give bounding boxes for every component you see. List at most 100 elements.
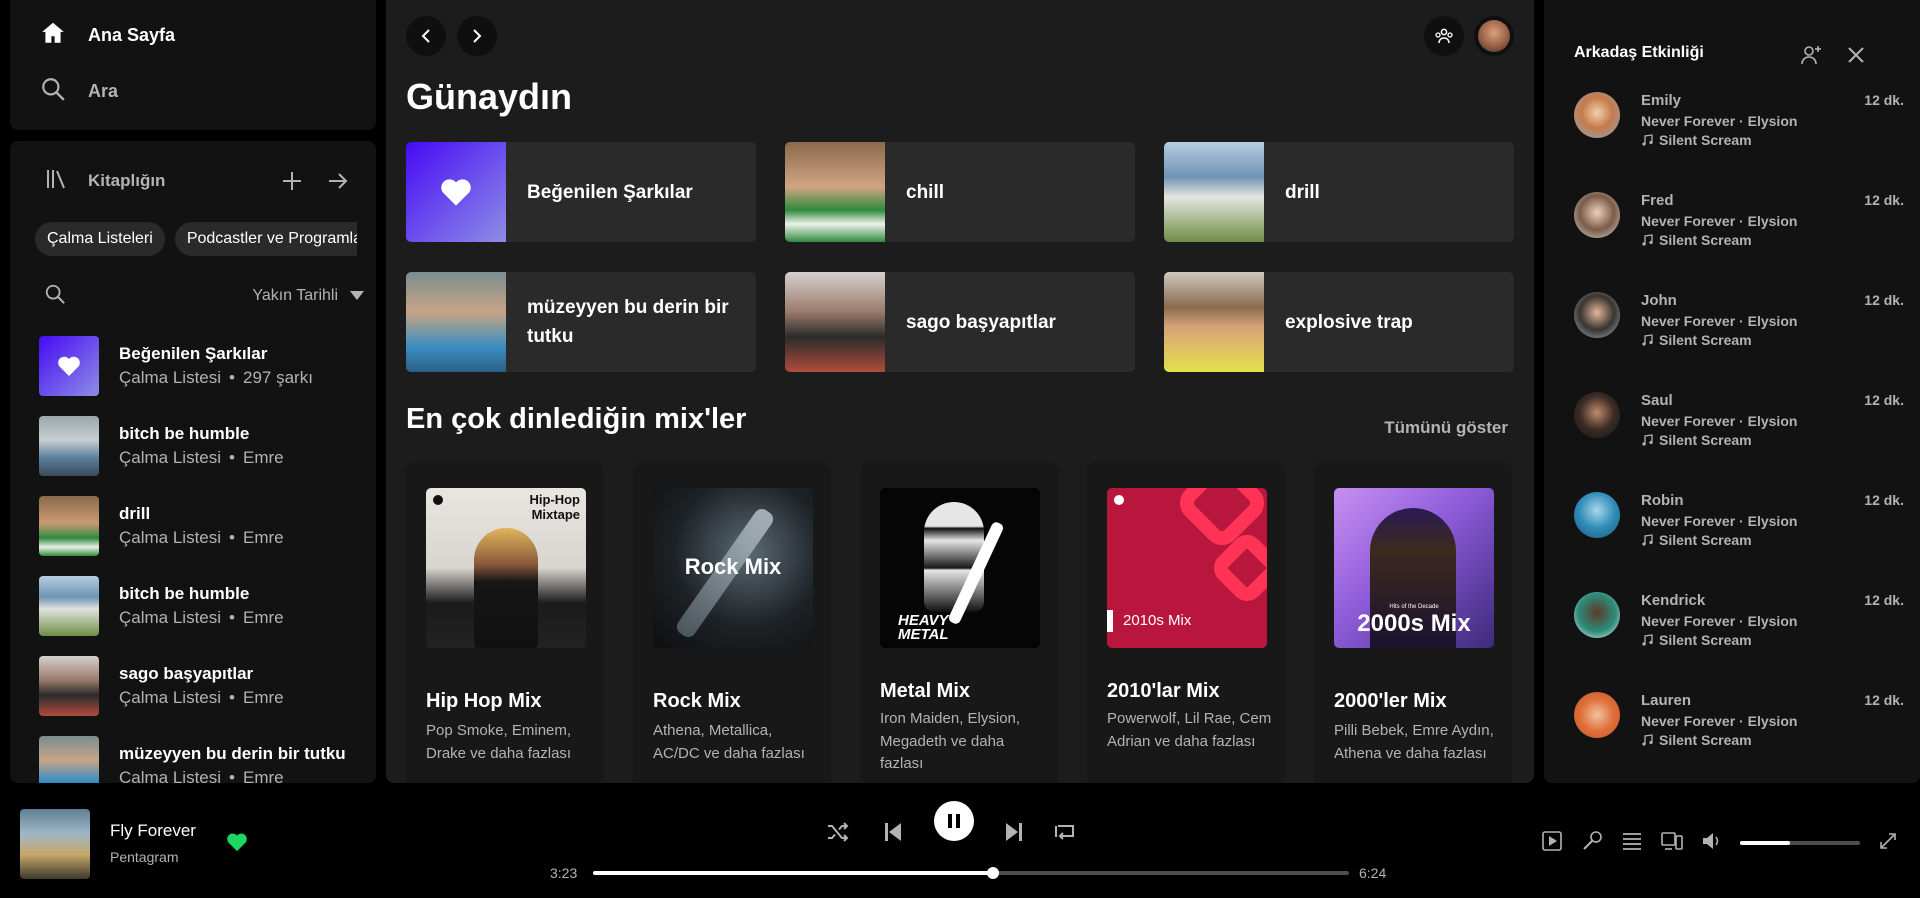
chevron-right-icon [473,29,482,43]
friend-track: Never Forever · Elysion [1641,413,1798,429]
friend-row[interactable]: Robin 12 dk. Never Forever · Elysion Sil… [1574,492,1904,572]
avatar [1574,592,1620,638]
quick-pick[interactable]: sago başyapıtlar [785,272,1135,372]
spotify-logo-icon [1114,495,1124,505]
add-user-icon [1801,46,1821,65]
friend-row[interactable]: Lauren 12 dk. Never Forever · Elysion Si… [1574,692,1904,772]
nav-panel: Ana Sayfa Ara [10,0,376,130]
quick-pick[interactable]: explosive trap [1164,272,1514,372]
lyrics-button[interactable] [1580,829,1604,853]
volume-slider[interactable] [1740,841,1860,845]
now-playing-title[interactable]: Fly Forever [110,821,196,841]
friend-source-label: Silent Scream [1659,232,1752,248]
friend-track-artist: Elysion [1747,713,1798,729]
mix-card[interactable]: Rock Mix Rock Mix Athena, Metallica, AC/… [633,462,831,783]
mix-cover: HEAVY METAL [880,488,1040,648]
profile-button[interactable] [1474,16,1514,56]
library-item[interactable]: bitch be humble Çalma Listesi • Emre [30,566,370,646]
mix-card[interactable]: Hip-Hop Mixtape Hip Hop Mix Pop Smoke, E… [406,462,604,783]
playlist-thumb [39,416,99,476]
playlist-cover [1164,142,1264,242]
expand-library-button[interactable] [322,165,354,197]
music-note-icon [1642,134,1653,146]
chip-podcasts[interactable]: Podcastler ve Programlar [174,222,357,256]
friend-time: 12 dk. [1864,292,1904,308]
mix-cover: Hits of the Decade 2000s Mix [1334,488,1494,648]
library-search-icon[interactable] [44,283,66,310]
now-playing-cover[interactable] [20,809,90,879]
liked-songs-cover [406,142,506,242]
people-icon [1435,28,1453,44]
friend-row[interactable]: Emily 12 dk. Never Forever · Elysion Sil… [1574,92,1904,172]
friend-row[interactable]: Kendrick 12 dk. Never Forever · Elysion … [1574,592,1904,672]
music-note-icon [1642,434,1653,446]
library-title: Kitaplığın [88,171,166,190]
quick-pick[interactable]: chill [785,142,1135,242]
back-button[interactable] [406,16,446,56]
mix-cover-text: Hip-Hop Mixtape [529,492,580,522]
quick-pick[interactable]: Beğenilen Şarkılar [406,142,756,242]
nav-search[interactable]: Ara [40,76,118,107]
mix-card[interactable]: Hits of the Decade 2000s Mix 2000'ler Mi… [1314,462,1512,783]
mute-button[interactable] [1700,829,1724,853]
friend-name: John [1641,292,1677,309]
library-item[interactable]: drill Çalma Listesi • Emre [30,486,370,566]
section-title: En çok dinlediğin mix'ler [406,403,747,435]
show-all-link[interactable]: Tümünü göster [1384,418,1508,438]
add-friend-button[interactable] [1798,42,1824,68]
mix-subtitle: Iron Maiden, Elysion, Megadeth ve daha f… [880,710,1021,772]
mix-cover-text: Rock Mix [684,554,782,579]
chip-playlists[interactable]: Çalma Listeleri [35,222,165,256]
chevron-left-icon [421,29,430,43]
now-playing-view-button[interactable] [1540,829,1564,853]
mix-subtitle: Powerwolf, Lil Rae, Cem Adrian ve daha f… [1107,710,1272,750]
library-toggle[interactable]: Kitaplığın [44,167,165,196]
playlist-cover [785,142,885,242]
playback-progress-handle[interactable] [986,867,999,879]
library-item[interactable]: sago başyapıtlar Çalma Listesi • Emre [30,646,370,726]
forward-button[interactable] [457,16,497,56]
total-time: 6:24 [1359,865,1387,881]
close-friend-activity-button[interactable] [1843,42,1869,68]
library-item[interactable]: müzeyyen bu derin bir tutku Çalma Listes… [30,726,370,783]
library-item[interactable]: Beğenilen Şarkılar Çalma Listesi • 297 şar… [30,326,370,406]
repeat-button[interactable] [1049,816,1081,848]
mix-card[interactable]: HEAVY METAL Metal Mix Iron Maiden, Elysi… [860,462,1058,783]
friend-row[interactable]: Saul 12 dk. Never Forever · Elysion Sile… [1574,392,1904,472]
pause-button[interactable] [934,801,974,841]
now-playing-artist[interactable]: Pentagram [110,849,178,865]
friend-activity-panel: Arkadaş Etkinliği Emily 12 dk. Never For… [1544,0,1920,783]
library-item-meta: Emre [243,768,284,783]
playback-progress[interactable] [593,867,1349,879]
like-button[interactable] [226,832,248,854]
friend-source-label: Silent Scream [1659,432,1752,448]
sort-label: Yakın Tarihli [252,287,338,304]
connect-device-button[interactable] [1660,829,1684,853]
friend-activity-button[interactable] [1424,16,1464,56]
friend-row[interactable]: Fred 12 dk. Never Forever · Elysion Sile… [1574,192,1904,272]
friend-row[interactable]: John 12 dk. Never Forever · Elysion Sile… [1574,292,1904,372]
mix-title: Rock Mix [653,690,741,712]
quick-pick[interactable]: drill [1164,142,1514,242]
library-item-name: müzeyyen bu derin bir tutku [119,744,346,763]
create-playlist-button[interactable] [276,165,308,197]
caret-down-icon [350,291,364,300]
fullscreen-button[interactable] [1876,829,1900,853]
previous-button[interactable] [877,816,909,848]
library-item[interactable]: bitch be humble Çalma Listesi • Emre [30,406,370,486]
sort-button[interactable]: Yakın Tarihli [252,287,364,305]
mix-card[interactable]: 2010s Mix 2010'lar Mix Powerwolf, Lil Ra… [1087,462,1285,783]
nav-home[interactable]: Ana Sayfa [40,20,175,51]
queue-button[interactable] [1620,829,1644,853]
playlist-cover [406,272,506,372]
quick-pick[interactable]: müzeyyen bu derin bir tutku [406,272,756,372]
library-item-name: Beğenilen Şarkılar [119,344,268,363]
library-item-type: Çalma Listesi [119,448,222,467]
quick-pick-label: drill [1285,181,1320,203]
friend-track: Never Forever · Elysion [1641,513,1798,529]
shuffle-button[interactable] [822,816,854,848]
music-note-icon [1642,634,1653,646]
close-icon [1848,47,1864,63]
next-button[interactable] [998,816,1030,848]
heart-filled-icon [227,833,247,852]
